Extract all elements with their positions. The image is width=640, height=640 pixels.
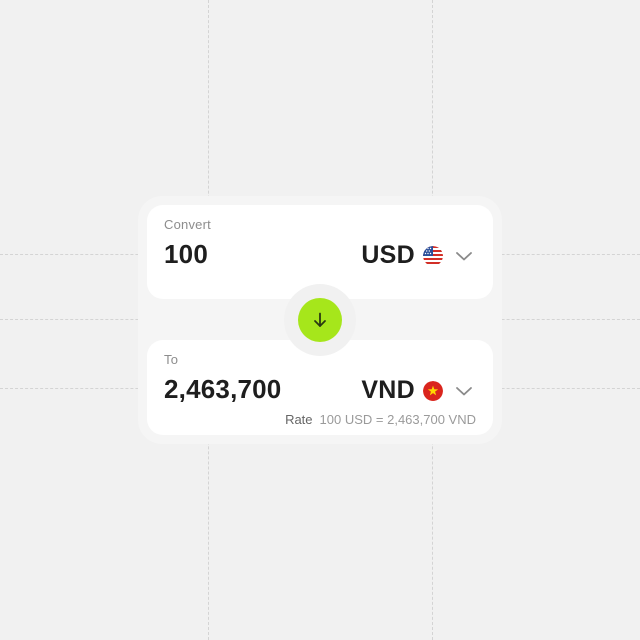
from-currency-selector[interactable]: USD (361, 241, 473, 270)
convert-label: Convert (164, 217, 211, 232)
chevron-down-icon (455, 247, 473, 265)
to-label: To (164, 352, 179, 367)
us-flag-icon (423, 245, 443, 266)
from-currency-code: USD (361, 241, 415, 269)
arrow-down-icon (310, 310, 330, 330)
exchange-rate: Rate 100 USD = 2,463,700 VND (285, 412, 476, 427)
to-currency-code: VND (361, 376, 415, 404)
rate-label: Rate (285, 412, 313, 427)
rate-value: 100 USD = 2,463,700 VND (319, 412, 476, 427)
to-amount-value: 2,463,700 (164, 374, 282, 404)
vn-flag-icon (423, 380, 443, 401)
to-currency-selector[interactable]: VND (361, 376, 473, 405)
swap-currencies-button[interactable] (298, 298, 342, 342)
from-amount-input[interactable]: 100 (164, 239, 208, 270)
chevron-down-icon (455, 382, 473, 400)
